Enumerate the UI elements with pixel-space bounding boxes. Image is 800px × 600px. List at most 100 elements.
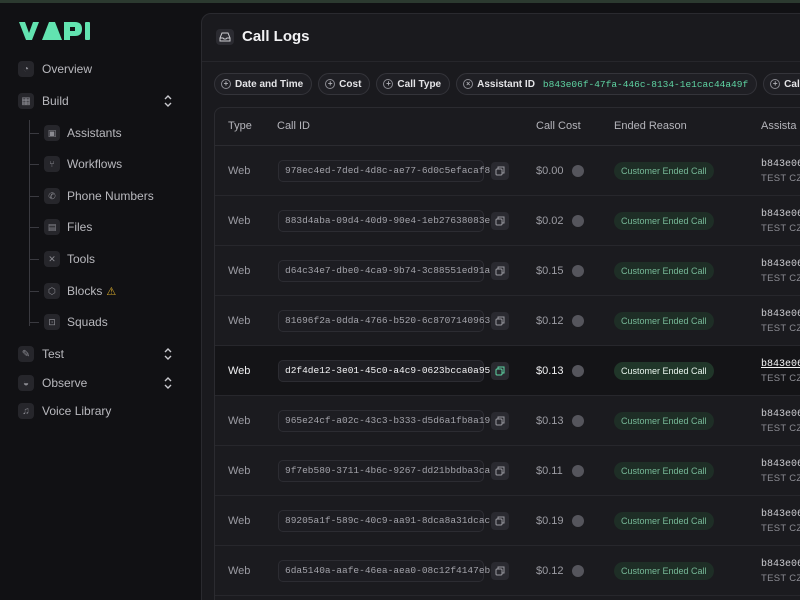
cost-breakdown-icon[interactable] — [572, 415, 584, 427]
copy-icon[interactable] — [491, 212, 509, 230]
sidebar-item-voice-library[interactable]: ♫ Voice Library — [18, 401, 111, 421]
call-id-field[interactable]: d64c34e7-dbe0-4ca9-9b74-3c88551ed91a — [278, 260, 490, 282]
assistant-name: TEST CZ — [761, 473, 800, 484]
filter-assistant-id[interactable]: × Assistant ID b843e06f-47fa-446c-8134-1… — [456, 73, 758, 95]
table-row[interactable]: Web 6da5140a-aafe-46ea-aea0-08c12f4147eb $… — [215, 546, 800, 596]
chevron-up-down-icon — [164, 348, 172, 360]
sidebar-item-phone-numbers[interactable]: ✆ Phone Numbers — [44, 186, 154, 206]
table-row[interactable]: Web 81696f2a-0dda-4766-b520-6c8707140963 $… — [215, 296, 800, 346]
filter-call-id[interactable]: + Call ID — [763, 73, 800, 95]
tree-branch — [29, 291, 39, 292]
vapi-logo[interactable] — [18, 19, 90, 43]
table-row[interactable]: Web 978ec4ed-7ded-4d8c-ae77-6d0c5efacaf8 $… — [215, 146, 800, 196]
sidebar-item-label: Build — [42, 94, 69, 108]
ended-reason-badge: Customer Ended Call — [614, 412, 714, 430]
copy-icon[interactable] — [491, 462, 509, 480]
assistant-id-link[interactable]: b843e06 — [761, 559, 800, 570]
sidebar-item-squads[interactable]: ⊡ Squads — [44, 312, 108, 332]
assistant-id-link[interactable]: b843e06 — [761, 509, 800, 520]
assistant-name: TEST CZ — [761, 573, 800, 584]
table-row[interactable]: Web d64c34e7-dbe0-4ca9-9b74-3c88551ed91a $… — [215, 246, 800, 296]
assistant-id-link[interactable]: b843e06 — [761, 209, 800, 220]
table-header: Type Call ID Call Cost Ended Reason Assi… — [215, 108, 800, 146]
tools-icon: ✕ — [44, 251, 60, 267]
assistant-id-link[interactable]: b843e06 — [761, 159, 800, 170]
call-id-field[interactable]: 81696f2a-0dda-4766-b520-6c8707140963 — [278, 310, 490, 332]
ended-reason-badge: Customer Ended Call — [614, 562, 714, 580]
copy-icon[interactable] — [491, 562, 509, 580]
column-header-assistant[interactable]: Assista — [761, 120, 796, 132]
sidebar-item-test[interactable]: ✎ Test — [18, 344, 178, 364]
call-id-field[interactable]: d2f4de12-3e01-45c0-a4c9-0623bcca0a95 — [278, 360, 490, 382]
sidebar-item-workflows[interactable]: ⑂ Workflows — [44, 154, 122, 174]
table-row[interactable]: Web d2f4de12-3e01-45c0-a4c9-0623bcca0a95 $… — [215, 346, 800, 396]
filter-date-and-time[interactable]: + Date and Time — [214, 73, 313, 95]
assistant-id-link[interactable]: b843e06 — [761, 359, 800, 370]
assistant-id-link[interactable]: b843e06 — [761, 259, 800, 270]
cost-breakdown-icon[interactable] — [572, 215, 584, 227]
call-id-field[interactable]: 89205a1f-589c-40c9-aa91-8dca8a31dcac — [278, 510, 490, 532]
plus-circle-icon: + — [383, 79, 394, 89]
main-panel: Call Logs + Date and Time + Cost + Call … — [201, 13, 800, 600]
cost-breakdown-icon[interactable] — [572, 315, 584, 327]
column-header-call-id[interactable]: Call ID — [277, 120, 310, 132]
call-id-field[interactable]: 9f7eb580-3711-4b6c-9267-dd21bbdba3ca — [278, 460, 490, 482]
sidebar-item-tools[interactable]: ✕ Tools — [44, 249, 95, 269]
assistant-name: TEST CZ — [761, 423, 800, 434]
column-header-type[interactable]: Type — [228, 120, 252, 132]
sidebar-item-overview[interactable]: ◔ Overview — [18, 59, 92, 79]
column-header-ended-reason[interactable]: Ended Reason — [614, 120, 687, 132]
call-cost: $0.13 — [536, 415, 564, 427]
sidebar-item-blocks[interactable]: ⬡ Blocks ⚠ — [44, 281, 116, 301]
filter-label: Call ID — [784, 78, 800, 90]
cost-breakdown-icon[interactable] — [572, 365, 584, 377]
table-row[interactable]: Web 883d4aba-09d4-40d9-90e4-1eb27638083e $… — [215, 196, 800, 246]
tree-branch — [29, 227, 39, 228]
remove-circle-icon[interactable]: × — [463, 79, 474, 89]
cost-breakdown-icon[interactable] — [572, 565, 584, 577]
table-row[interactable]: Web 965e24cf-a02c-43c3-b333-d5d6a1fb8a19 $… — [215, 396, 800, 446]
filter-label: Call Type — [397, 78, 442, 90]
call-id-field[interactable]: 883d4aba-09d4-40d9-90e4-1eb27638083e — [278, 210, 490, 232]
copy-icon[interactable] — [491, 162, 509, 180]
filter-cost[interactable]: + Cost — [318, 73, 371, 95]
cost-breakdown-icon[interactable] — [572, 165, 584, 177]
assistant-id-link[interactable]: b843e06 — [761, 309, 800, 320]
sidebar-item-files[interactable]: ▤ Files — [44, 217, 92, 237]
ended-reason-badge: Customer Ended Call — [614, 262, 714, 280]
sidebar-item-observe[interactable]: ◒ Observe — [18, 373, 178, 393]
observe-icon: ◒ — [18, 375, 34, 391]
sidebar-item-label: Test — [42, 347, 65, 361]
copy-icon[interactable] — [491, 312, 509, 330]
sidebar-item-label: Workflows — [67, 157, 123, 171]
cost-breakdown-icon[interactable] — [572, 465, 584, 477]
cost-breakdown-icon[interactable] — [572, 515, 584, 527]
squads-icon: ⊡ — [44, 314, 60, 330]
sidebar-item-assistants[interactable]: ▣ Assistants — [44, 123, 122, 143]
copy-icon[interactable] — [491, 412, 509, 430]
voice-library-icon: ♫ — [18, 403, 34, 419]
warning-icon: ⚠ — [106, 285, 117, 298]
table-row[interactable]: Web 89205a1f-589c-40c9-aa91-8dca8a31dcac $… — [215, 496, 800, 546]
chevron-up-down-icon — [164, 95, 172, 107]
call-id-field[interactable]: 965e24cf-a02c-43c3-b333-d5d6a1fb8a19 — [278, 410, 490, 432]
assistant-id-link[interactable]: b843e06 — [761, 459, 800, 470]
filter-call-type[interactable]: + Call Type — [376, 73, 451, 95]
chevron-up-down-icon — [164, 377, 172, 389]
copy-icon[interactable] — [491, 262, 509, 280]
sidebar-item-build[interactable]: ▦ Build — [18, 91, 178, 111]
call-type: Web — [228, 465, 251, 477]
test-icon: ✎ — [18, 346, 34, 362]
copy-icon[interactable] — [491, 362, 509, 380]
sidebar-item-label: Overview — [42, 62, 93, 76]
column-header-call-cost[interactable]: Call Cost — [536, 120, 581, 132]
cost-breakdown-icon[interactable] — [572, 265, 584, 277]
call-id-field[interactable]: 978ec4ed-7ded-4d8c-ae77-6d0c5efacaf8 — [278, 160, 490, 182]
copy-icon[interactable] — [491, 512, 509, 530]
assistant-id-link[interactable]: b843e06 — [761, 409, 800, 420]
ended-reason-badge: Customer Ended Call — [614, 462, 714, 480]
call-id-field[interactable]: 6da5140a-aafe-46ea-aea0-08c12f4147eb — [278, 560, 490, 582]
sidebar: ◔ Overview ▦ Build ▣ Assistants ⑂ Workfl… — [0, 0, 200, 600]
call-cost: $0.12 — [536, 565, 564, 577]
table-row[interactable]: Web 9f7eb580-3711-4b6c-9267-dd21bbdba3ca $… — [215, 446, 800, 496]
